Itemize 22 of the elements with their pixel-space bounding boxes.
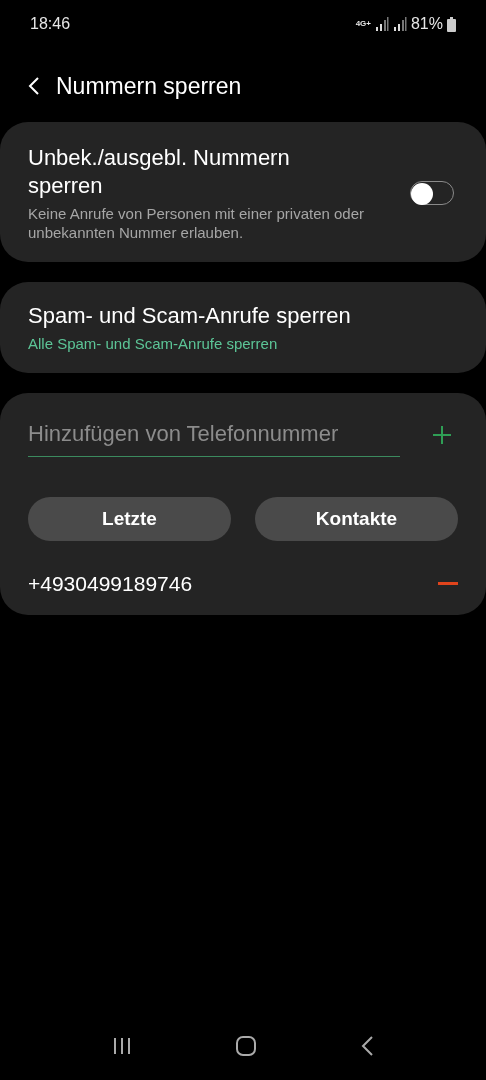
pill-button[interactable]: Letzte	[28, 497, 231, 541]
network-type-text: 4G+	[355, 18, 371, 30]
pill-button[interactable]: Kontakte	[255, 497, 458, 541]
setting-title: Unbek./ausgebl. Nummern sperren	[28, 144, 291, 200]
recent-apps-icon[interactable]	[111, 1037, 132, 1055]
remove-icon[interactable]	[438, 582, 458, 586]
setting-card[interactable]: Unbek./ausgebl. Nummern sperren Keine Anrufe von Personen mit einer privaten oder unbekannten Nummer erlauben.	[0, 122, 486, 262]
battery-text: 81%	[410, 14, 443, 34]
home-icon[interactable]	[235, 1035, 257, 1057]
page-title: Nummern sperren	[56, 71, 242, 101]
battery-icon	[447, 16, 456, 32]
setting-title: Spam- und Scam-Anrufe sperren	[28, 302, 352, 330]
add-icon[interactable]	[432, 425, 452, 445]
clock-text: 18:46	[30, 14, 71, 34]
phone-number-field[interactable]: Hinzufügen von Telefonnummer	[28, 413, 400, 457]
signal-icon	[374, 17, 389, 31]
back-icon[interactable]	[360, 1035, 375, 1057]
signal-icon	[392, 17, 407, 31]
setting-card[interactable]: Spam- und Scam-Anrufe sperren Alle Spam- und Scam-Anrufe sperren	[0, 282, 486, 373]
setting-description: Keine Anrufe von Personen mit einer privaten oder unbekannten Nummer erlauben.	[28, 204, 366, 242]
setting-description: Alle Spam- und Scam-Anrufe sperren	[28, 334, 279, 353]
phone-number: +4930499189746	[28, 571, 193, 598]
